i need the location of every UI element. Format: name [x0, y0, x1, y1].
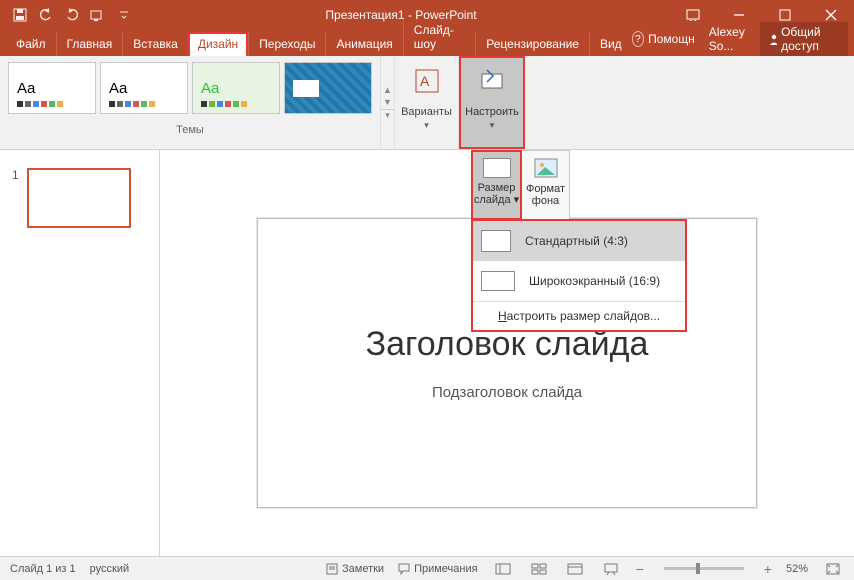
theme-thumb[interactable]: Aa — [100, 62, 188, 114]
dropdown-item-custom[interactable]: ННастроить размер слайдов...астроить раз… — [473, 302, 685, 330]
svg-text:A: A — [420, 73, 430, 89]
variants-group[interactable]: A Варианты ▾ — [395, 56, 459, 149]
tab-file[interactable]: Файл — [6, 32, 56, 56]
status-bar: Слайд 1 из 1 русский Заметки Примечания … — [0, 556, 854, 580]
dropdown-item-widescreen[interactable]: Широкоэкранный (16:9) — [473, 261, 685, 301]
tab-design[interactable]: Дизайн — [188, 32, 248, 56]
quick-access-toolbar — [0, 7, 132, 23]
notes-icon — [326, 563, 338, 575]
status-slide[interactable]: Слайд 1 из 1 — [10, 563, 76, 575]
notes-button[interactable]: Заметки — [326, 563, 384, 575]
qat-dropdown-icon[interactable] — [116, 7, 132, 23]
format-background-label: Формат фона — [526, 183, 565, 207]
fit-to-window-icon[interactable] — [822, 561, 844, 577]
tab-home[interactable]: Главная — [56, 32, 123, 56]
tab-animations[interactable]: Анимация — [325, 32, 402, 56]
tab-slideshow[interactable]: Слайд-шоу — [403, 18, 475, 56]
slide-size-dropdown: Стандартный (4:3) Широкоэкранный (16:9) … — [471, 219, 687, 332]
themes-more-icon[interactable]: ▾ — [381, 109, 394, 121]
window-title: Презентация1 - PowerPoint — [132, 8, 670, 22]
slide-size-label: Размер слайда ▾ — [474, 182, 519, 206]
ribbon-tabs: Файл Главная Вставка Дизайн Переходы Ани… — [0, 30, 854, 56]
slide-thumbnail[interactable] — [27, 168, 131, 228]
share-label: Общий доступ — [781, 25, 840, 53]
zoom-in-icon[interactable]: + — [764, 561, 772, 577]
person-icon — [768, 33, 777, 45]
variants-icon: A — [410, 64, 444, 98]
save-icon[interactable] — [12, 7, 28, 23]
slide-size-panel: Размер слайда ▾ Формат фона — [471, 150, 570, 220]
comments-icon — [398, 563, 410, 575]
reading-view-icon[interactable] — [564, 561, 586, 577]
normal-view-icon[interactable] — [492, 561, 514, 577]
theme-thumb[interactable]: Aa — [284, 62, 372, 114]
workspace: 1 Заголовок слайда Подзаголовок слайда — [0, 150, 854, 556]
dropdown-item-label: Стандартный (4:3) — [525, 234, 628, 248]
help-icon[interactable]: ? — [632, 31, 644, 47]
share-button[interactable]: Общий доступ — [760, 22, 848, 56]
slide-sorter-icon[interactable] — [528, 561, 550, 577]
format-background-button[interactable]: Формат фона — [522, 151, 569, 219]
slide-panel: 1 — [0, 150, 160, 556]
slideshow-view-icon[interactable] — [600, 561, 622, 577]
theme-thumb[interactable]: Aa — [192, 62, 280, 114]
zoom-value[interactable]: 52% — [786, 563, 808, 575]
tab-view[interactable]: Вид — [589, 32, 632, 56]
dropdown-item-standard[interactable]: Стандартный (4:3) — [473, 221, 685, 261]
themes-group: Aa Aa Aa Aa Темы — [0, 56, 381, 149]
comments-button[interactable]: Примечания — [398, 563, 478, 575]
format-background-icon — [533, 157, 559, 179]
chevron-down-icon: ▾ — [490, 120, 495, 131]
undo-icon[interactable] — [38, 7, 54, 23]
tab-insert[interactable]: Вставка — [122, 32, 188, 56]
chevron-down-icon: ▾ — [424, 120, 429, 131]
tab-review[interactable]: Рецензирование — [475, 32, 589, 56]
themes-group-label: Темы — [176, 124, 204, 136]
themes-scroll-down-icon[interactable]: ▼ — [381, 97, 394, 107]
start-from-beginning-icon[interactable] — [90, 7, 106, 23]
configure-icon — [475, 64, 509, 98]
themes-scroll-up-icon[interactable]: ▲ — [381, 85, 394, 95]
slide-subtitle-placeholder[interactable]: Подзаголовок слайда — [432, 384, 582, 401]
dropdown-item-label: Широкоэкранный (16:9) — [529, 274, 660, 288]
slide-number: 1 — [12, 168, 19, 228]
aspect-4-3-icon — [481, 230, 511, 252]
zoom-slider[interactable] — [664, 567, 744, 570]
zoom-out-icon[interactable]: − — [636, 561, 644, 577]
user-label[interactable]: Alexey So... — [709, 25, 757, 53]
slide-size-icon — [483, 158, 511, 178]
theme-thumb[interactable]: Aa — [8, 62, 96, 114]
tab-transitions[interactable]: Переходы — [248, 32, 325, 56]
configure-label: Настроить — [465, 106, 519, 118]
slide-size-button[interactable]: Размер слайда ▾ — [471, 150, 522, 220]
ribbon: Aa Aa Aa Aa Темы ▲ ▼ ▾ A Варианты ▾ Наст… — [0, 56, 854, 150]
dropdown-item-label: ННастроить размер слайдов...астроить раз… — [498, 309, 660, 323]
configure-group[interactable]: Настроить ▾ — [459, 56, 525, 149]
redo-icon[interactable] — [64, 7, 80, 23]
aspect-16-9-icon — [481, 271, 515, 291]
status-language[interactable]: русский — [90, 563, 129, 575]
tell-me-label[interactable]: Помощн — [648, 32, 695, 46]
variants-label: Варианты — [401, 106, 452, 118]
